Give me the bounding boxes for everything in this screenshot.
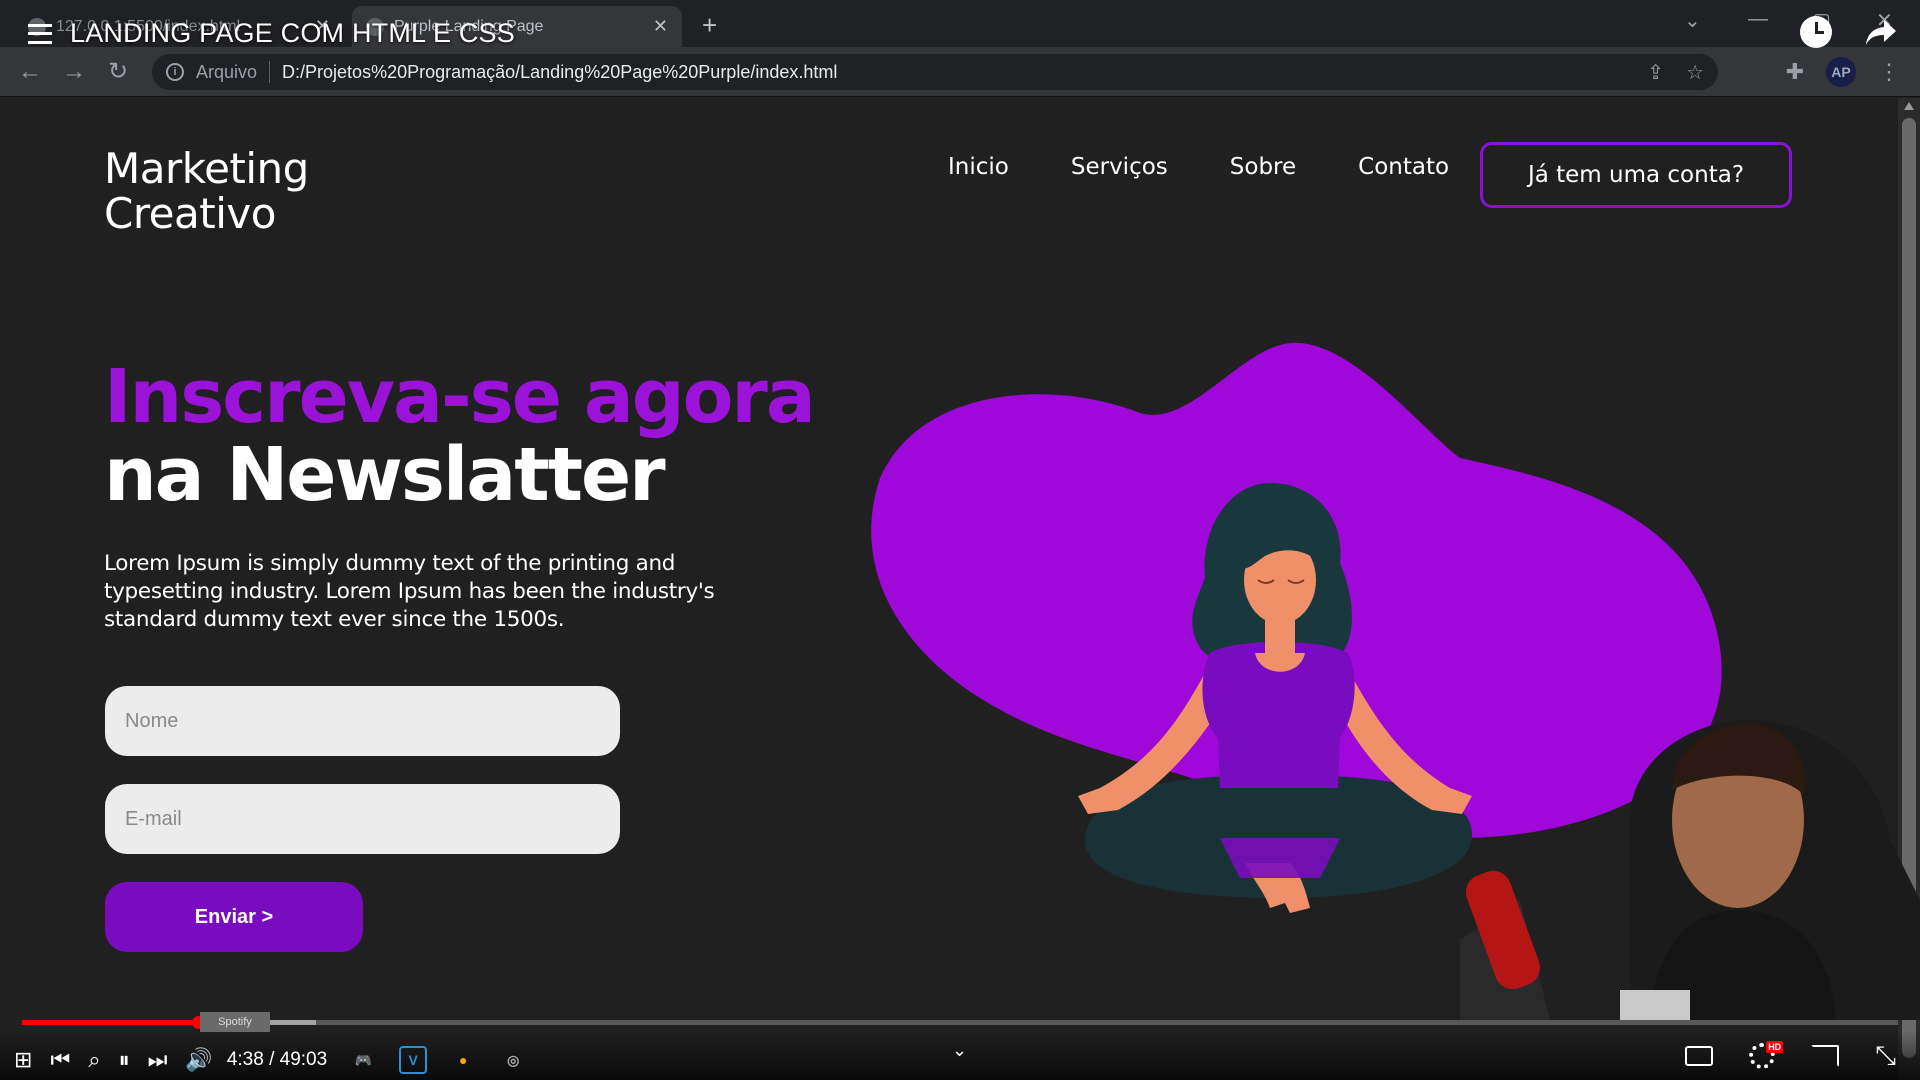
video-controls-left: ⊞ ⏮ ⌕ ⏸ ⏭ 🔊 4:38 / 49:03 🎮 V ● ◎ [0,1040,527,1080]
next-icon[interactable]: ⏭ [148,1047,168,1073]
name-field[interactable] [105,686,620,756]
browser-menu-icon[interactable]: ⋮ [1878,59,1900,85]
tab-search-icon[interactable]: ⌄ [1684,8,1701,33]
hero-heading-accent: Inscreva-se agora [104,354,816,440]
video-controls-right: HD ⤡ [1685,1040,1896,1072]
app-icon[interactable]: ● [449,1046,477,1074]
screen: 127.0.0.1:5500/index.html ✕ Purple Landi… [0,0,1920,1080]
playlist-icon[interactable] [28,23,52,44]
forward-arrow-icon[interactable]: → [52,58,96,86]
video-progress-bar[interactable] [22,1016,1898,1029]
subtitles-icon[interactable] [1685,1046,1714,1066]
video-title-bar: LANDING PAGE COM HTML E CSS [28,18,515,49]
video-top-actions [1800,16,1898,48]
main-nav: Inicio Serviços Sobre Contato Já tem uma… [948,142,1792,208]
presenter-webcam [1460,720,1920,1020]
preview-chip: Spotify [200,1012,270,1032]
address-bar[interactable]: i Arquivo D:/Projetos%20Programação/Land… [152,54,1718,90]
gamepad-icon[interactable]: 🎮 [349,1046,377,1074]
video-title[interactable]: LANDING PAGE COM HTML E CSS [70,18,515,49]
new-tab-button[interactable]: + [702,10,717,41]
windows-start-icon[interactable]: ⊞ [14,1047,32,1073]
email-field[interactable] [105,784,620,854]
logo-line-2: Creativo [104,189,276,238]
logo-line-1: Marketing [104,144,309,193]
time-display: 4:38 / 49:03 [226,1049,328,1070]
share-icon[interactable] [1864,16,1898,48]
obs-icon[interactable]: ◎ [499,1046,527,1074]
close-icon[interactable]: ✕ [653,16,668,37]
cast-icon[interactable] [1811,1045,1840,1067]
search-icon[interactable]: ⌕ [88,1047,100,1073]
bookmark-star-icon[interactable]: ☆ [1686,60,1704,85]
profile-avatar[interactable]: AP [1826,57,1856,87]
nav-link-inicio[interactable]: Inicio [948,154,1009,180]
back-arrow-icon[interactable]: ← [8,58,52,86]
minimize-button[interactable]: — [1748,8,1768,31]
extensions-puzzle-icon[interactable]: ✚ [1786,59,1804,85]
vscode-app-icon[interactable]: V [399,1046,428,1074]
info-icon[interactable]: i [166,63,184,81]
watch-later-icon[interactable] [1800,16,1832,48]
nav-link-contato[interactable]: Contato [1358,154,1449,180]
exit-fullscreen-icon[interactable]: ⤡ [1875,1040,1896,1072]
chevron-down-icon[interactable]: ⌄ [952,1040,967,1061]
reload-icon[interactable]: ↻ [96,57,140,86]
scroll-up-arrow-icon[interactable] [1904,102,1914,110]
address-divider [269,61,271,83]
submit-button[interactable]: Enviar > [105,882,363,952]
browser-toolbar: ← → ↻ i Arquivo D:/Projetos%20Programaçã… [0,47,1920,97]
login-button[interactable]: Já tem uma conta? [1480,142,1792,208]
hero-heading: na Newslatter [104,432,666,518]
nav-link-sobre[interactable]: Sobre [1230,154,1296,180]
previous-icon[interactable]: ⏮ [50,1047,70,1073]
settings-gear-icon[interactable]: HD [1749,1041,1784,1069]
hd-badge: HD [1766,1041,1784,1053]
progress-played [22,1020,199,1025]
hero-description: Lorem Ipsum is simply dummy text of the … [104,551,715,632]
pause-icon[interactable]: ⏸ [119,1047,130,1073]
address-security-label: Arquivo [196,61,258,82]
share-page-icon[interactable]: ⇪ [1647,60,1664,85]
site-logo[interactable]: Marketing Creativo [104,146,309,236]
nav-link-servicos[interactable]: Serviços [1071,154,1168,180]
volume-icon[interactable]: 🔊 [185,1047,212,1073]
url-text[interactable]: D:/Projetos%20Programação/Landing%20Page… [282,62,837,83]
